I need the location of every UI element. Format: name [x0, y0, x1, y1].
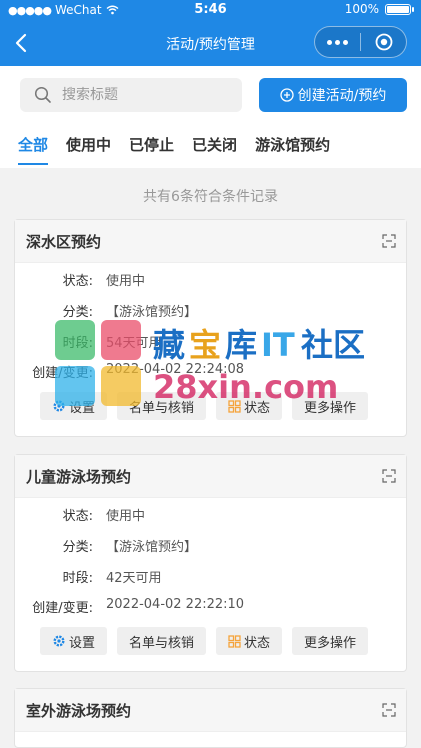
status-button[interactable]: 状态: [216, 392, 283, 420]
tab-closed[interactable]: 已关闭: [192, 134, 237, 161]
card-title: 室外游泳场预约: [26, 702, 132, 720]
card-actions: 设置 名单与核销 状态 更多操作: [40, 392, 369, 420]
settings-button[interactable]: 设置: [40, 392, 108, 420]
tab-bar: 全部 使用中 已停止 已关闭 游泳馆预约: [18, 134, 348, 165]
plus-circle-icon: [279, 88, 294, 102]
grid-icon: [228, 634, 241, 648]
period-value: 42天可用: [106, 571, 162, 586]
activity-card: 儿童游泳场预约 状态: 使用中 分类: 【游泳馆预约】 时段: 42天可用 创建…: [14, 454, 407, 672]
status-bar: ●●●●● WeChat 5:46 100%: [0, 0, 421, 20]
category-value: 【游泳馆预约】: [106, 540, 198, 555]
created-label: 创建/变更:: [32, 601, 93, 616]
gear-icon: [53, 635, 65, 647]
create-button-label: 创建活动/预约: [297, 88, 387, 104]
settings-button[interactable]: 设置: [40, 627, 108, 655]
period-label: 时段:: [62, 571, 93, 586]
create-activity-button[interactable]: 创建活动/预约: [259, 78, 407, 112]
created-value: 2022-04-02 22:24:08: [106, 362, 245, 377]
grid-icon: [228, 399, 241, 413]
list-verify-button[interactable]: 名单与核销: [117, 627, 207, 655]
gear-icon: [53, 400, 65, 412]
created-value: 2022-04-02 22:22:10: [106, 597, 245, 612]
card-actions: 设置 名单与核销 状态 更多操作: [40, 627, 369, 655]
expand-icon[interactable]: [381, 233, 397, 249]
filter-panel: 创建活动/预约 全部 使用中 已停止 已关闭 游泳馆预约: [0, 66, 421, 168]
category-label: 分类:: [62, 540, 93, 555]
target-close-icon: [375, 33, 392, 51]
card-title: 深水区预约: [26, 233, 102, 251]
status-label: 状态:: [62, 274, 93, 289]
period-value: 54天可用: [106, 336, 162, 351]
tab-in-use[interactable]: 使用中: [66, 134, 111, 161]
record-count: 共有6条符合条件记录: [143, 189, 278, 205]
close-mini-program-button[interactable]: [361, 33, 406, 51]
tab-stopped[interactable]: 已停止: [129, 134, 174, 161]
activity-card: 室外游泳场预约: [14, 688, 407, 748]
status-value: 使用中: [106, 274, 146, 289]
list-verify-button[interactable]: 名单与核销: [117, 392, 207, 420]
more-actions-button[interactable]: 更多操作: [292, 392, 369, 420]
category-label: 分类:: [62, 305, 93, 320]
tab-all[interactable]: 全部: [18, 134, 49, 165]
activity-card: 深水区预约 状态: 使用中 分类: 【游泳馆预约】 时段: 54天可用 创建/变…: [14, 219, 407, 437]
search-icon: [34, 86, 52, 104]
search-box: [20, 78, 242, 112]
tab-pool-booking[interactable]: 游泳馆预约: [255, 134, 330, 161]
search-input[interactable]: [60, 86, 224, 104]
category-value: 【游泳馆预约】: [106, 305, 198, 320]
more-menu-button[interactable]: [315, 39, 360, 45]
status-button[interactable]: 状态: [216, 627, 283, 655]
more-actions-button[interactable]: 更多操作: [292, 627, 369, 655]
status-value: 使用中: [106, 509, 146, 524]
period-label: 时段:: [62, 336, 93, 351]
expand-icon[interactable]: [381, 468, 397, 484]
mini-program-capsule: [314, 26, 407, 58]
expand-icon[interactable]: [381, 702, 397, 718]
status-label: 状态:: [62, 509, 93, 524]
battery-icon: [385, 3, 414, 15]
battery-percent: 100%: [344, 2, 379, 16]
navigation-bar: 活动/预约管理: [0, 20, 421, 66]
created-label: 创建/变更:: [32, 366, 93, 381]
card-title: 儿童游泳场预约: [26, 468, 132, 486]
